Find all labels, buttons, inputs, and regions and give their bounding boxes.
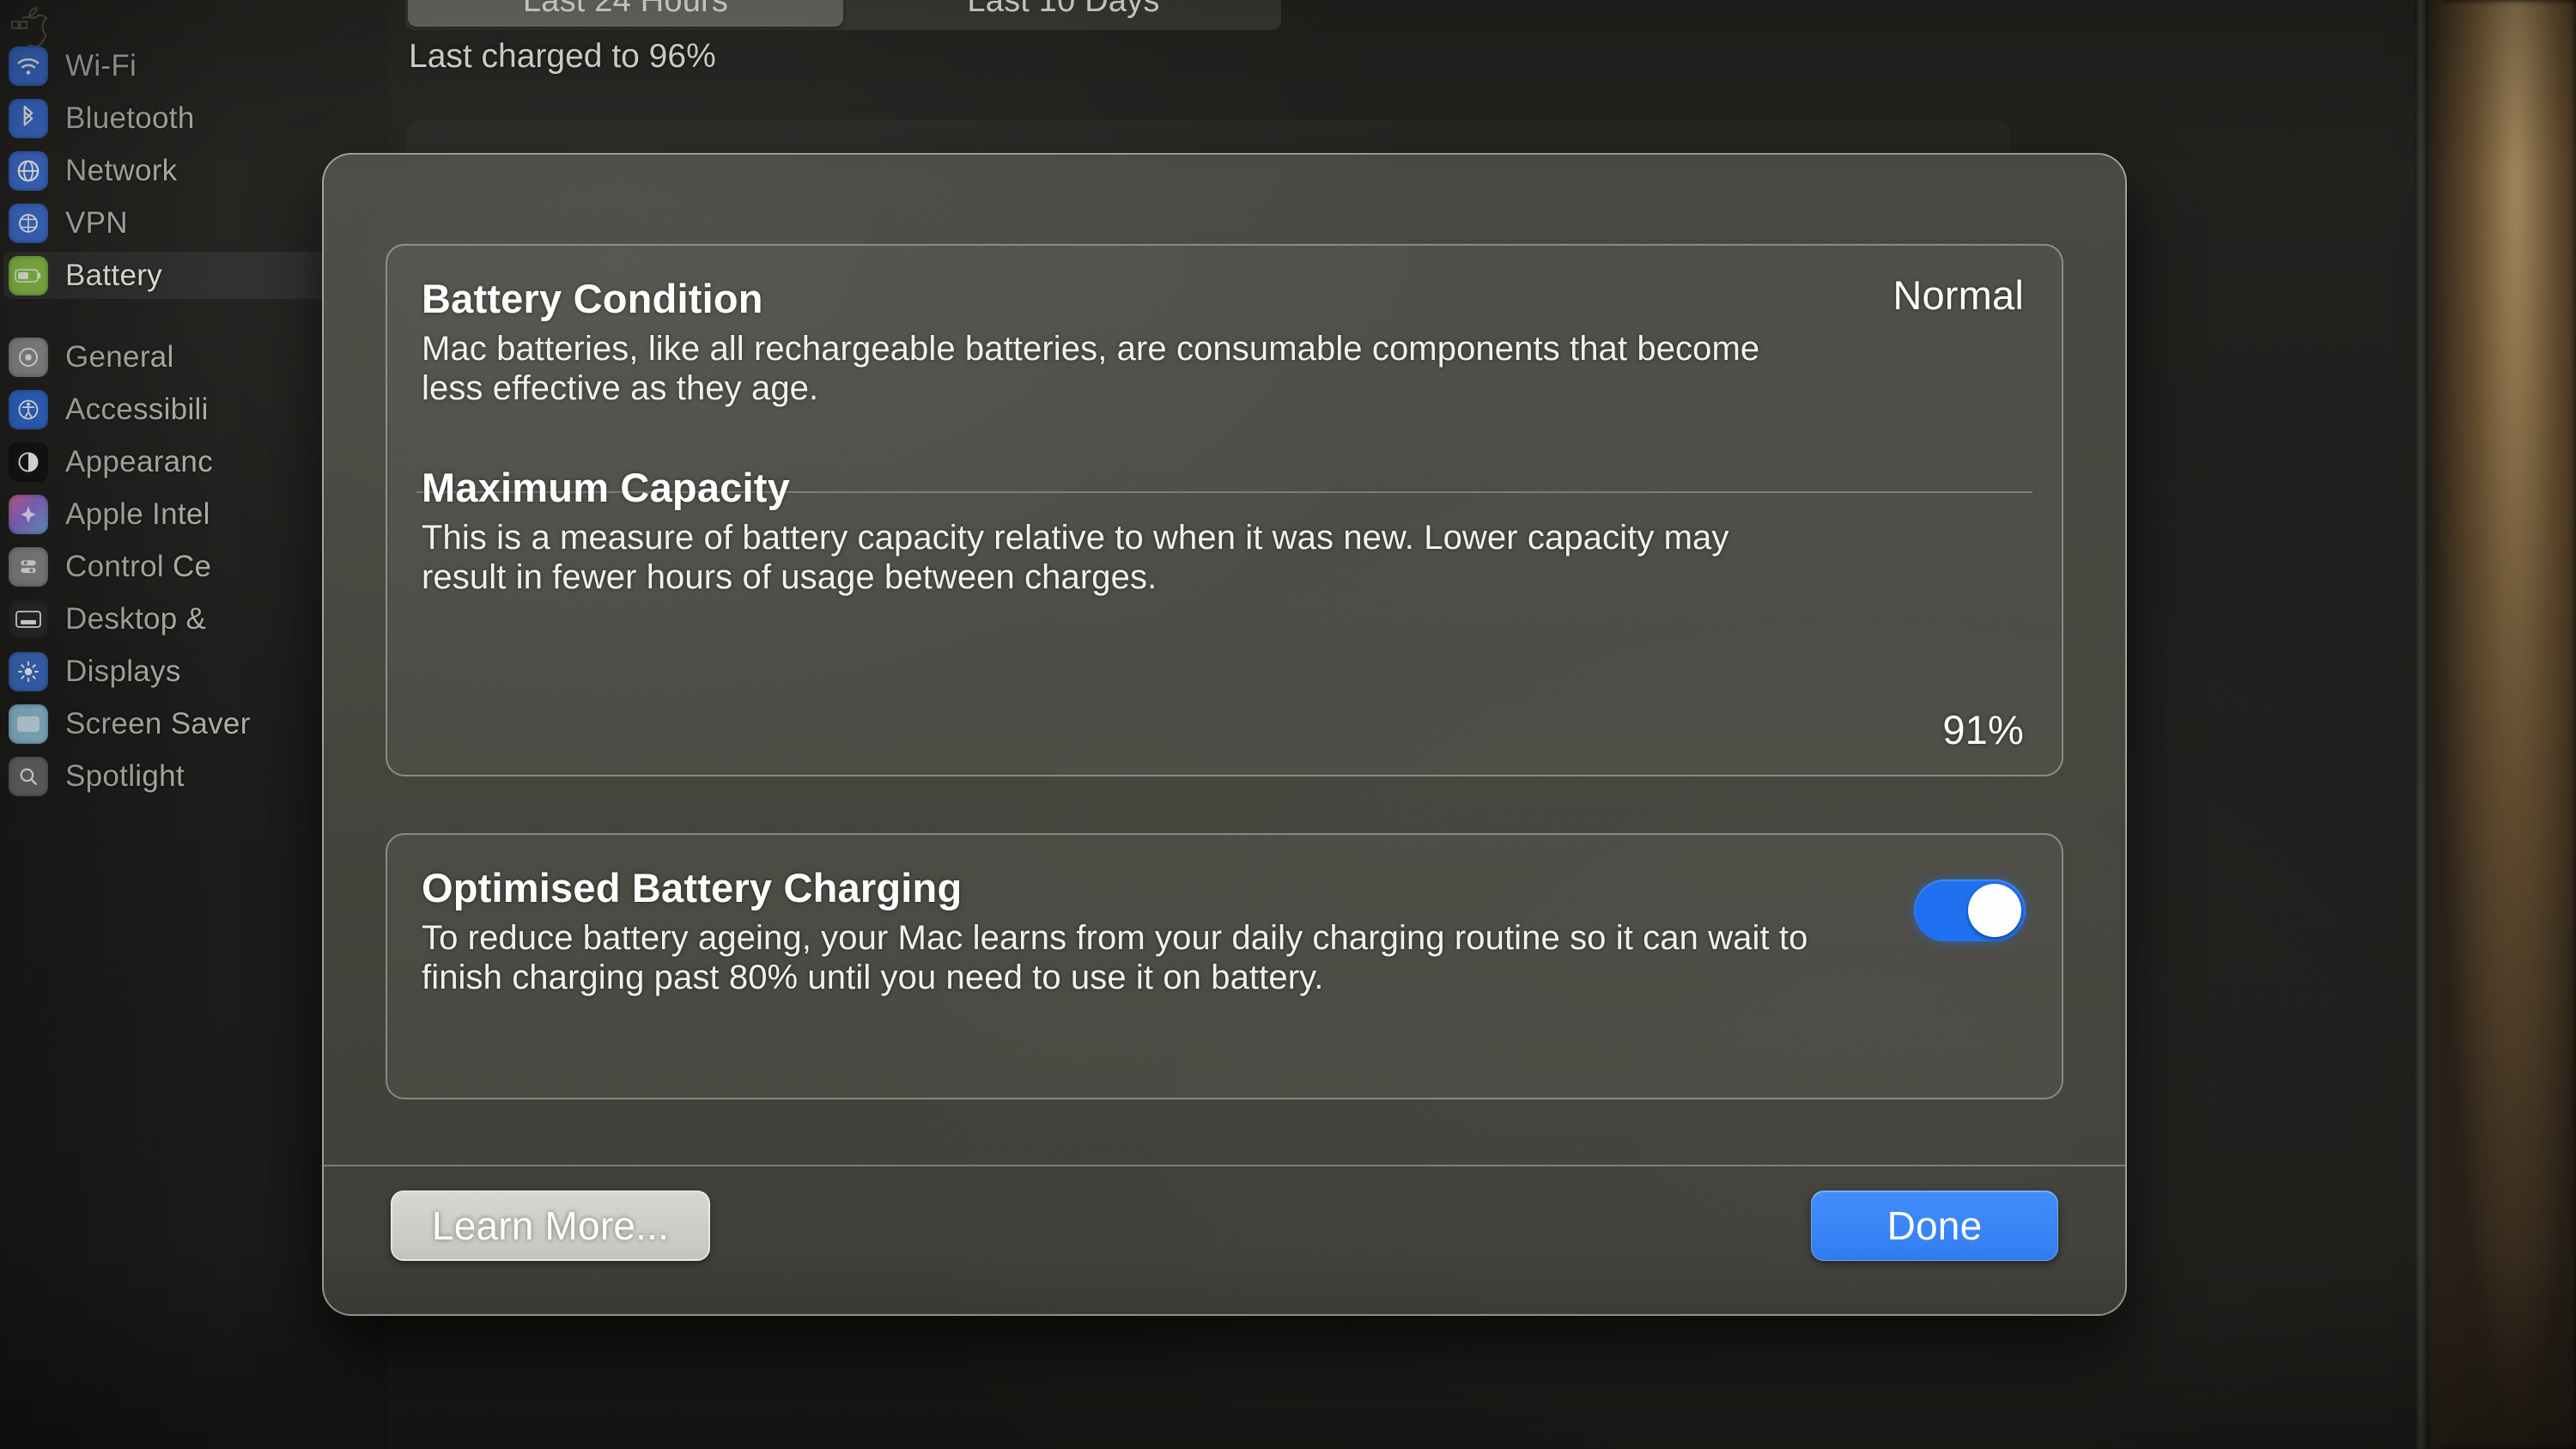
network-globe-icon xyxy=(9,150,48,191)
optimised-battery-charging-card: Optimised Battery Charging To reduce bat… xyxy=(386,833,2063,1099)
displays-brightness-icon xyxy=(9,651,48,691)
general-gear-icon xyxy=(9,337,48,377)
sidebar-item-label: Battery xyxy=(65,258,162,292)
sidebar-item-label: Desktop & xyxy=(65,601,207,636)
optimised-battery-charging-row: Optimised Battery Charging To reduce bat… xyxy=(387,835,2062,1024)
optimised-battery-charging-description: To reduce battery ageing, your Mac learn… xyxy=(422,919,1808,997)
tab-last-24-hours[interactable]: Last 24 Hours xyxy=(408,0,843,27)
maximum-capacity-value: 91% xyxy=(1942,706,2024,752)
optimised-battery-charging-toggle[interactable] xyxy=(1914,880,2026,941)
room-background-right xyxy=(2428,0,2576,1449)
bluetooth-icon xyxy=(9,98,48,138)
screen-bezel-right xyxy=(2415,0,2428,1449)
battery-icon xyxy=(9,255,48,295)
desktop-dock-icon xyxy=(9,599,48,639)
sidebar-item-label: General xyxy=(65,339,174,374)
sidebar-item-label: Apple Intel xyxy=(65,496,210,531)
sidebar-item-label: Spotlight xyxy=(65,758,185,793)
sidebar-item-label: Accessibili xyxy=(65,392,209,426)
learn-more-button[interactable]: Learn More... xyxy=(391,1190,710,1261)
control-centre-icon xyxy=(9,546,48,587)
wifi-icon xyxy=(9,46,48,86)
battery-health-dialog: Battery Condition Mac batteries, like al… xyxy=(322,153,2127,1316)
vpn-icon xyxy=(9,203,48,243)
appearance-icon xyxy=(9,441,48,482)
battery-health-card: Battery Condition Mac batteries, like al… xyxy=(386,244,2063,776)
spotlight-search-icon xyxy=(9,756,48,796)
sidebar-item-wi-fi[interactable]: Wi-Fi xyxy=(0,40,388,92)
last-charged-text: Last charged to 96% xyxy=(409,38,716,75)
screen-saver-icon xyxy=(9,703,48,744)
mac-system-settings-window: Wi-Fi Bluetooth Network VPN Battery Gene… xyxy=(0,0,2444,1449)
battery-condition-row: Battery Condition Mac batteries, like al… xyxy=(387,246,2062,435)
maximum-capacity-row: Maximum Capacity This is a measure of ba… xyxy=(387,435,2062,752)
toggle-knob xyxy=(1968,884,2021,937)
maximum-capacity-description: This is a measure of battery capacity re… xyxy=(422,518,1729,597)
sidebar-item-bluetooth[interactable]: Bluetooth xyxy=(0,92,388,144)
dialog-footer-divider xyxy=(324,1165,2125,1166)
tab-last-10-days[interactable]: Last 10 Days xyxy=(846,0,1281,29)
sidebar-item-label: Screen Saver xyxy=(65,706,251,740)
maximum-capacity-title: Maximum Capacity xyxy=(422,464,790,510)
done-button[interactable]: Done xyxy=(1811,1190,2058,1261)
sidebar-item-label: Wi-Fi xyxy=(65,48,137,82)
time-range-segmented-control[interactable]: Last 24 Hours Last 10 Days xyxy=(405,0,1281,29)
sidebar-item-label: Displays xyxy=(65,654,181,688)
sidebar-item-label: VPN xyxy=(65,205,128,240)
apple-intelligence-icon xyxy=(9,494,48,534)
optimised-battery-charging-title: Optimised Battery Charging xyxy=(422,865,963,910)
battery-condition-description: Mac batteries, like all rechargeable bat… xyxy=(422,330,1760,408)
sidebar-item-label: Control Ce xyxy=(65,549,212,583)
accessibility-icon xyxy=(9,389,48,429)
battery-condition-value: Normal xyxy=(1893,272,2024,318)
sidebar-item-label: Network xyxy=(65,153,178,187)
photograph-of-laptop-screen: Wi-Fi Bluetooth Network VPN Battery Gene… xyxy=(0,0,2576,1449)
sidebar-item-label: Bluetooth xyxy=(65,100,195,135)
battery-condition-title: Battery Condition xyxy=(422,276,763,321)
sidebar-item-label: Appearanc xyxy=(65,444,213,478)
